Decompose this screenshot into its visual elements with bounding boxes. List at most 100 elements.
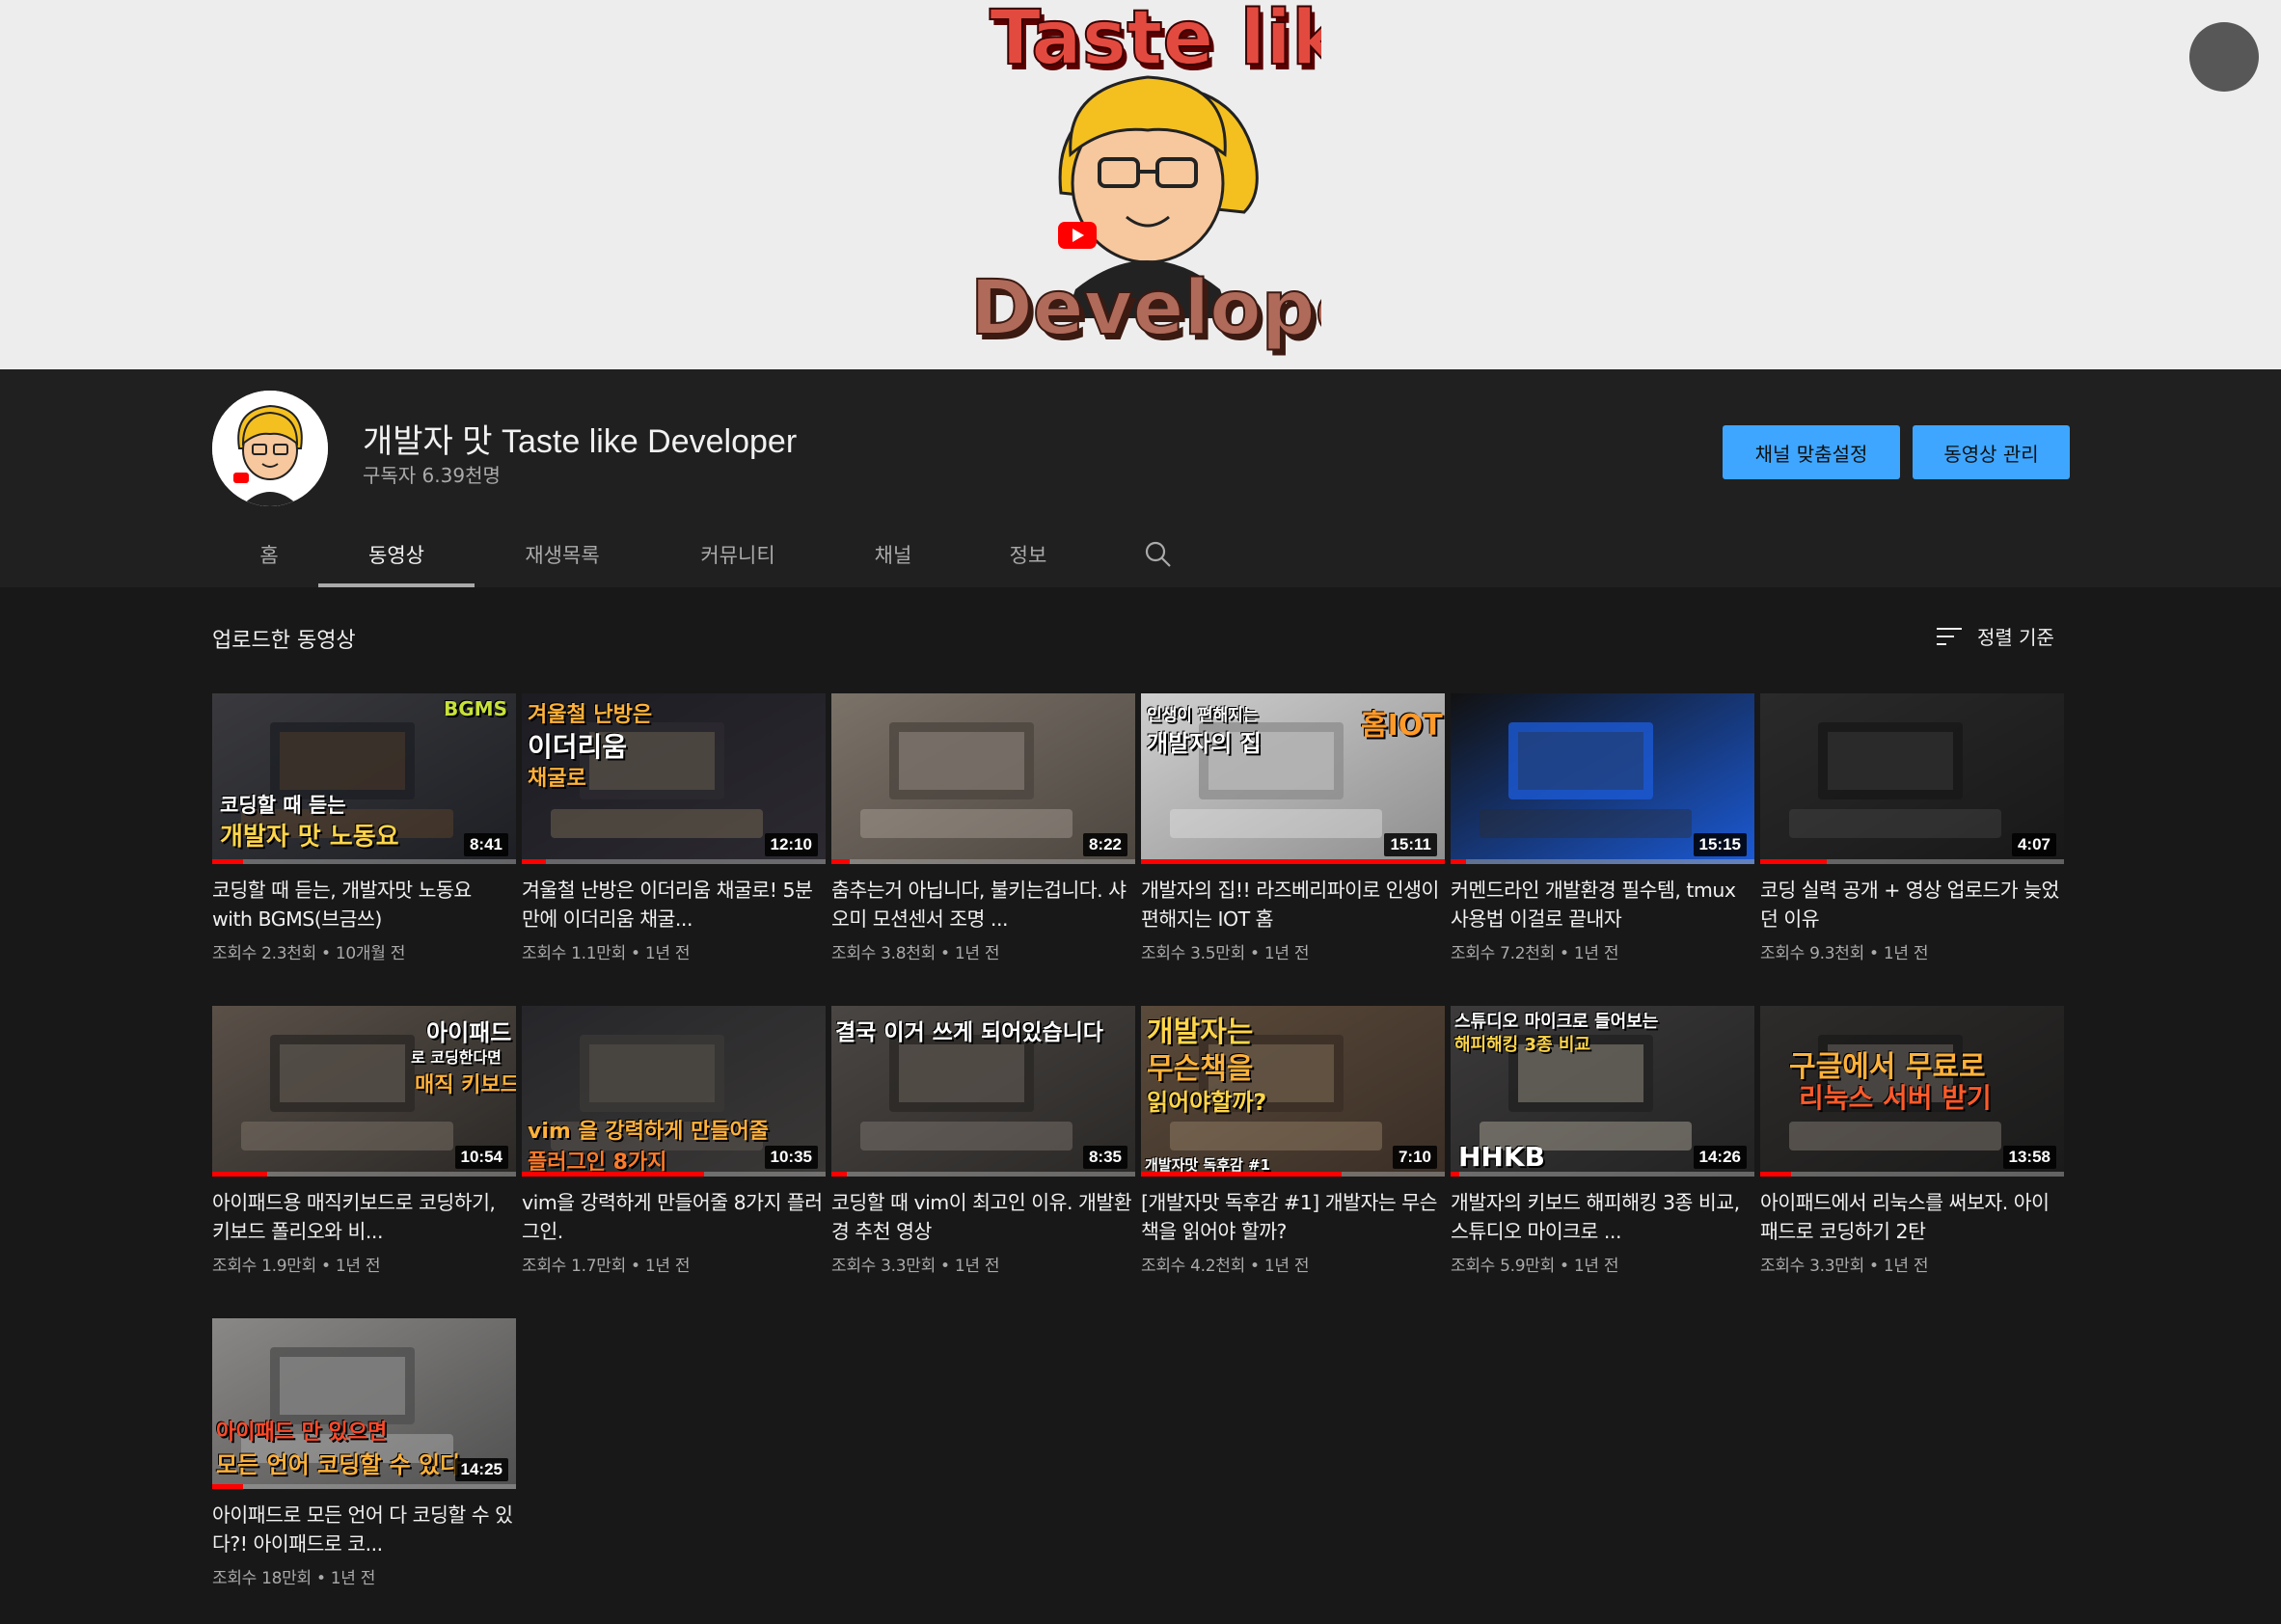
- thumbnail-overlay-text: 개발자 맛 노동요: [220, 823, 399, 852]
- channel-avatar[interactable]: [212, 391, 328, 506]
- section-title: 업로드한 동영상: [212, 629, 356, 653]
- video-title[interactable]: vim을 강력하게 만들어줄 8가지 플러그인.: [522, 1188, 826, 1246]
- thumbnail-overlay-text: 개발자의 집: [1147, 730, 1262, 757]
- subscriber-count: 구독자 6.39천명: [363, 464, 501, 487]
- watch-progress-track: [212, 1484, 516, 1489]
- video-thumbnail[interactable]: 아이패드 만 있으면 모든 언어 코딩할 수 있다 14:25: [212, 1318, 516, 1489]
- video-meta: 조회수 1.9만회 • 1년 전: [212, 1257, 381, 1276]
- video-card[interactable]: 15:15 커멘드라인 개발환경 필수템, tmux 사용법 이걸로 끝내자조회수…: [1451, 693, 1754, 963]
- video-meta: 조회수 3.3만회 • 1년 전: [831, 1257, 1000, 1276]
- watch-progress-track: [831, 1172, 1135, 1177]
- video-meta: 조회수 5.9만회 • 1년 전: [1451, 1257, 1619, 1276]
- watch-progress-bar: [522, 1172, 704, 1177]
- video-card[interactable]: 아이패드 로 코딩한다면 매직 키보드 10:54 아이패드용 매직키보드로 코딩하기,…: [212, 1006, 516, 1276]
- video-title[interactable]: 개발자의 키보드 해피해킹 3종 비교, 스튜디오 마이크로 ...: [1451, 1188, 1754, 1246]
- channel-name: 개발자 맛 Taste like Developer: [363, 423, 798, 460]
- thumbnail-overlay-text: 리눅스 서버 받기: [1799, 1082, 1992, 1114]
- tab-playlists[interactable]: 재생목록: [475, 521, 650, 587]
- video-thumbnail[interactable]: 개발자는 무슨책을 읽어야할까? 개발자맛 독후감 #1 7:10: [1141, 1006, 1445, 1177]
- video-card[interactable]: 구글에서 무료로 리눅스 서버 받기 13:58 아이패드에서 리눅스를 써보자. 아…: [1760, 1006, 2064, 1276]
- video-thumbnail[interactable]: 8:22: [831, 693, 1135, 864]
- banner-line1: Taste like: [990, 0, 1321, 82]
- tab-home[interactable]: 홈: [220, 521, 318, 587]
- video-thumbnail[interactable]: 겨울철 난방은 이더리움 채굴로 12:10: [522, 693, 826, 864]
- video-thumbnail[interactable]: 스튜디오 마이크로 들어보는 해피해킹 3종 비교 HHKB 14:26: [1451, 1006, 1754, 1177]
- video-duration: 8:22: [1082, 833, 1127, 856]
- edit-banner-camera-button[interactable]: [2189, 22, 2259, 92]
- video-card[interactable]: 4:07 코딩 실력 공개 + 영상 업로드가 늦었던 이유 조회수 9.3천회 •…: [1760, 693, 2064, 963]
- video-title[interactable]: 아이패드에서 리눅스를 써보자. 아이패드로 코딩하기 2탄: [1760, 1188, 2064, 1246]
- video-duration: 15:15: [1693, 833, 1747, 856]
- video-title[interactable]: 코딩할 때 듣는, 개발자맛 노동요 with BGMS(브금쓰): [212, 876, 516, 934]
- video-thumbnail[interactable]: 결국 이거 쓰게 되어있습니다 8:35: [831, 1006, 1135, 1177]
- video-thumbnail[interactable]: 구글에서 무료로 리눅스 서버 받기 13:58: [1760, 1006, 2064, 1177]
- video-duration: 13:58: [2002, 1146, 2056, 1169]
- video-title[interactable]: 춤추는거 아닙니다, 불키는겁니다. 샤오미 모션센서 조명 ...: [831, 876, 1135, 934]
- video-card[interactable]: 코딩할 때 듣는 개발자 맛 노동요 BGMS 8:41 코딩할 때 듣는, 개발자맛 …: [212, 693, 516, 963]
- watch-progress-track: [522, 859, 826, 864]
- video-duration: 14:25: [454, 1458, 508, 1481]
- watch-progress-bar: [831, 859, 850, 864]
- thumbnail-overlay-text: 결국 이거 쓰게 되어있습니다: [835, 1020, 1103, 1045]
- thumbnail-overlay-text: 채굴로: [528, 767, 586, 791]
- thumbnail-overlay-text: 스튜디오 마이크로 들어보는: [1454, 1012, 1659, 1032]
- video-card[interactable]: 결국 이거 쓰게 되어있습니다 8:35 코딩할 때 vim이 최고인 이유. 개발…: [831, 1006, 1135, 1276]
- video-thumbnail[interactable]: 4:07: [1760, 693, 2064, 864]
- thumbnail-overlay-text: HHKB: [1458, 1141, 1545, 1173]
- video-meta: 조회수 4.2천회 • 1년 전: [1141, 1257, 1310, 1276]
- video-meta: 조회수 7.2천회 • 1년 전: [1451, 944, 1619, 963]
- video-thumbnail[interactable]: 아이패드 로 코딩한다면 매직 키보드 10:54: [212, 1006, 516, 1177]
- customize-channel-button[interactable]: 채널 맞춤설정: [1723, 425, 1900, 479]
- video-title[interactable]: 코딩할 때 vim이 최고인 이유. 개발환경 추천 영상: [831, 1188, 1135, 1246]
- video-duration: 10:54: [454, 1146, 508, 1169]
- video-title[interactable]: 코딩 실력 공개 + 영상 업로드가 늦었던 이유: [1760, 876, 2064, 934]
- thumbnail-overlay-text: BGMS: [444, 697, 507, 720]
- watch-progress-bar: [1760, 859, 1828, 864]
- sort-label: 정렬 기준: [1977, 626, 2054, 649]
- thumbnail-overlay-text: 코딩할 때 듣는: [220, 794, 346, 817]
- watch-progress-track: [831, 859, 1135, 864]
- watch-progress-track: [1451, 1172, 1754, 1177]
- tab-videos[interactable]: 동영상: [318, 521, 475, 587]
- video-title[interactable]: 아이패드용 매직키보드로 코딩하기, 키보드 폴리오와 비...: [212, 1188, 516, 1246]
- video-title[interactable]: [개발자맛 독후감 #1] 개발자는 무슨 책을 읽어야 할까?: [1141, 1188, 1445, 1246]
- watch-progress-bar: [1451, 1172, 1460, 1177]
- watch-progress-bar: [1451, 859, 1466, 864]
- sort-icon: [1937, 627, 1962, 645]
- video-thumbnail[interactable]: 인생이 편해지는 개발자의 집 홈IOT 15:11: [1141, 693, 1445, 864]
- video-duration: 4:07: [2011, 833, 2056, 856]
- video-thumbnail[interactable]: vim 을 강력하게 만들어줄 플러그인 8가지 10:35: [522, 1006, 826, 1177]
- video-meta: 조회수 1.7만회 • 1년 전: [522, 1257, 691, 1276]
- video-card[interactable]: 개발자는 무슨책을 읽어야할까? 개발자맛 독후감 #1 7:10 [개발자맛 독후감 #…: [1141, 1006, 1445, 1276]
- thumbnail-overlay-text: vim 을 강력하게 만들어줄: [528, 1120, 769, 1144]
- video-meta: 조회수 2.3천회 • 10개월 전: [212, 944, 406, 963]
- video-card[interactable]: 스튜디오 마이크로 들어보는 해피해킹 3종 비교 HHKB 14:26 개발자의 키보…: [1451, 1006, 1754, 1276]
- sort-button[interactable]: 정렬 기준: [1935, 622, 2054, 650]
- video-meta: 조회수 3.8천회 • 1년 전: [831, 944, 1000, 963]
- avatar-image: [212, 391, 328, 506]
- watch-progress-bar: [831, 1172, 847, 1177]
- video-card[interactable]: 8:22 춤추는거 아닙니다, 불키는겁니다. 샤오미 모션센서 조명 ... 조회…: [831, 693, 1135, 963]
- manage-videos-button[interactable]: 동영상 관리: [1913, 425, 2070, 479]
- video-title[interactable]: 아이패드로 모든 언어 다 코딩할 수 있다?! 아이패드로 코...: [212, 1501, 516, 1558]
- video-duration: 7:10: [1392, 1146, 1437, 1169]
- tab-channels[interactable]: 채널: [826, 521, 961, 587]
- video-card[interactable]: 아이패드 만 있으면 모든 언어 코딩할 수 있다 14:25 아이패드로 모든 언어…: [212, 1318, 516, 1588]
- thumbnail-overlay-text: 읽어야할까?: [1147, 1089, 1267, 1116]
- video-card[interactable]: vim 을 강력하게 만들어줄 플러그인 8가지 10:35 vim을 강력하게 만들…: [522, 1006, 826, 1276]
- tab-community[interactable]: 커뮤니티: [650, 521, 826, 587]
- tab-search[interactable]: [1096, 521, 1221, 587]
- thumbnail-overlay-text: 인생이 편해지는: [1147, 706, 1259, 725]
- video-card[interactable]: 겨울철 난방은 이더리움 채굴로 12:10 겨울철 난방은 이더리움 채굴로! 5분만…: [522, 693, 826, 963]
- tab-about[interactable]: 정보: [961, 521, 1096, 587]
- video-thumbnail[interactable]: 15:15: [1451, 693, 1754, 864]
- thumbnail-overlay-text: 매직 키보드: [415, 1073, 516, 1097]
- video-thumbnail[interactable]: 코딩할 때 듣는 개발자 맛 노동요 BGMS 8:41: [212, 693, 516, 864]
- watch-progress-bar: [212, 1484, 243, 1489]
- video-title[interactable]: 겨울철 난방은 이더리움 채굴로! 5분만에 이더리움 채굴...: [522, 876, 826, 934]
- video-title[interactable]: 개발자의 집!! 라즈베리파이로 인생이 편해지는 IOT 홈: [1141, 876, 1445, 934]
- video-title[interactable]: 커멘드라인 개발환경 필수템, tmux 사용법 이걸로 끝내자: [1451, 876, 1754, 934]
- video-meta: 조회수 18만회 • 1년 전: [212, 1569, 376, 1588]
- video-card[interactable]: 인생이 편해지는 개발자의 집 홈IOT 15:11 개발자의 집!! 라즈베리파이로 …: [1141, 693, 1445, 963]
- channel-banner: Taste like Taste like Developer Develope…: [0, 0, 2281, 369]
